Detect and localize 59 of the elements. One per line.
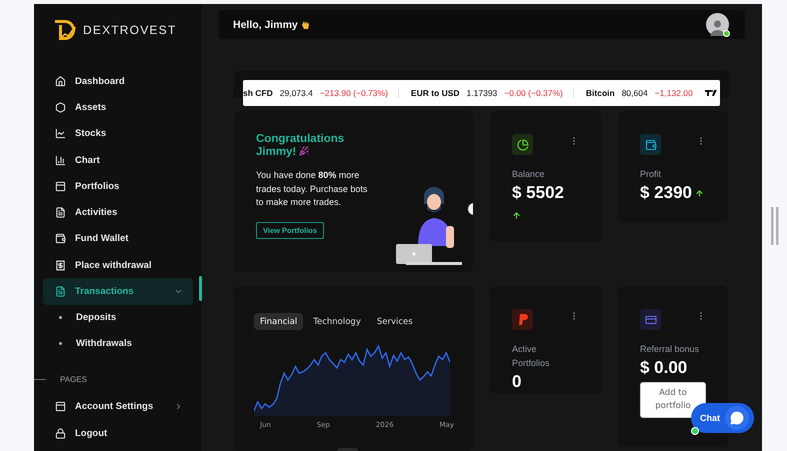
welcome-title: Congratulations Jimmy! (256, 133, 346, 159)
wallet-icon (55, 233, 66, 244)
welcome-message: You have done 80% more trades today. Purchase bots to make more trades. (256, 169, 368, 209)
sidebar-item[interactable]: Assets (43, 94, 193, 121)
sidebar-item[interactable]: Portfolios (43, 173, 193, 200)
document-icon (55, 286, 66, 298)
chat-button[interactable]: Chat (691, 403, 754, 433)
document-icon (55, 207, 66, 218)
sidebar-item[interactable]: Fund Wallet (43, 226, 193, 252)
brand-name: DEXTROVEST (83, 23, 176, 37)
ticker-name: Bitcoin (586, 88, 615, 98)
stat-label: Balance (512, 168, 546, 181)
stat-value: $ 2390 (640, 183, 692, 203)
bar-chart-icon (55, 154, 66, 166)
ticker-change: −213.90 (−0.73%) (320, 88, 388, 98)
chart-tab[interactable]: Services (370, 313, 419, 330)
wallet-icon (644, 138, 656, 150)
chat-bubble-icon (730, 411, 744, 425)
ticker-price: 29,073.4 (280, 88, 313, 98)
greeting: Hello, Jimmy (233, 18, 298, 30)
stat-value: $ 5502 (512, 183, 564, 203)
panel-icon (55, 401, 66, 412)
p-logo-icon (518, 314, 528, 325)
panel-icon (55, 180, 66, 192)
sidebar-item[interactable]: Transactions (43, 278, 193, 305)
party-popper-icon (299, 146, 310, 156)
receipt-icon (55, 260, 66, 271)
sidebar-subitem[interactable]: Withdrawals (43, 330, 202, 357)
stat-label: Profit (640, 168, 662, 181)
logo-icon (53, 18, 77, 42)
sidebar-item[interactable]: Place withdrawal (43, 252, 193, 278)
ticker-change: −0.00 (−0.37%) (504, 88, 563, 98)
stat-value: $ 0.00 (640, 358, 688, 378)
hexagon-icon (55, 102, 66, 113)
sidebar-item[interactable]: Dashboard (43, 68, 193, 94)
sidebar-subitem[interactable]: Deposits (43, 304, 202, 331)
chart-tab[interactable]: Financial (254, 313, 304, 330)
chart-tab[interactable]: Technology (307, 313, 367, 330)
sidebar-item[interactable]: Stocks (43, 120, 193, 147)
lock-icon (55, 428, 66, 439)
ticker-name: sh CFD (243, 88, 273, 98)
scroll-grip-icon[interactable] (771, 207, 779, 245)
avatar[interactable] (706, 13, 729, 36)
stat-label: Active Portfolios (512, 343, 551, 370)
ticker-price: 1.17393 (466, 88, 498, 98)
stat-value: 0 (512, 372, 522, 392)
ticker-change: −1,132.00 (654, 88, 693, 98)
pie-chart-icon (516, 138, 528, 150)
sidebar-item[interactable]: Chart (43, 146, 193, 174)
credit-card-icon (644, 314, 656, 326)
ticker-name: EUR to USD (410, 88, 460, 98)
section-heading: PAGES (60, 374, 87, 384)
home-icon (55, 76, 66, 87)
sidebar-item[interactable]: Activities (43, 199, 193, 226)
sidebar-item[interactable]: Account Settings (43, 394, 193, 420)
sidebar-item[interactable]: Logout (43, 420, 193, 446)
line-chart-icon (55, 128, 66, 140)
ticker-price: 80,604 (622, 88, 648, 98)
stat-label: Referral bonus (640, 343, 700, 356)
